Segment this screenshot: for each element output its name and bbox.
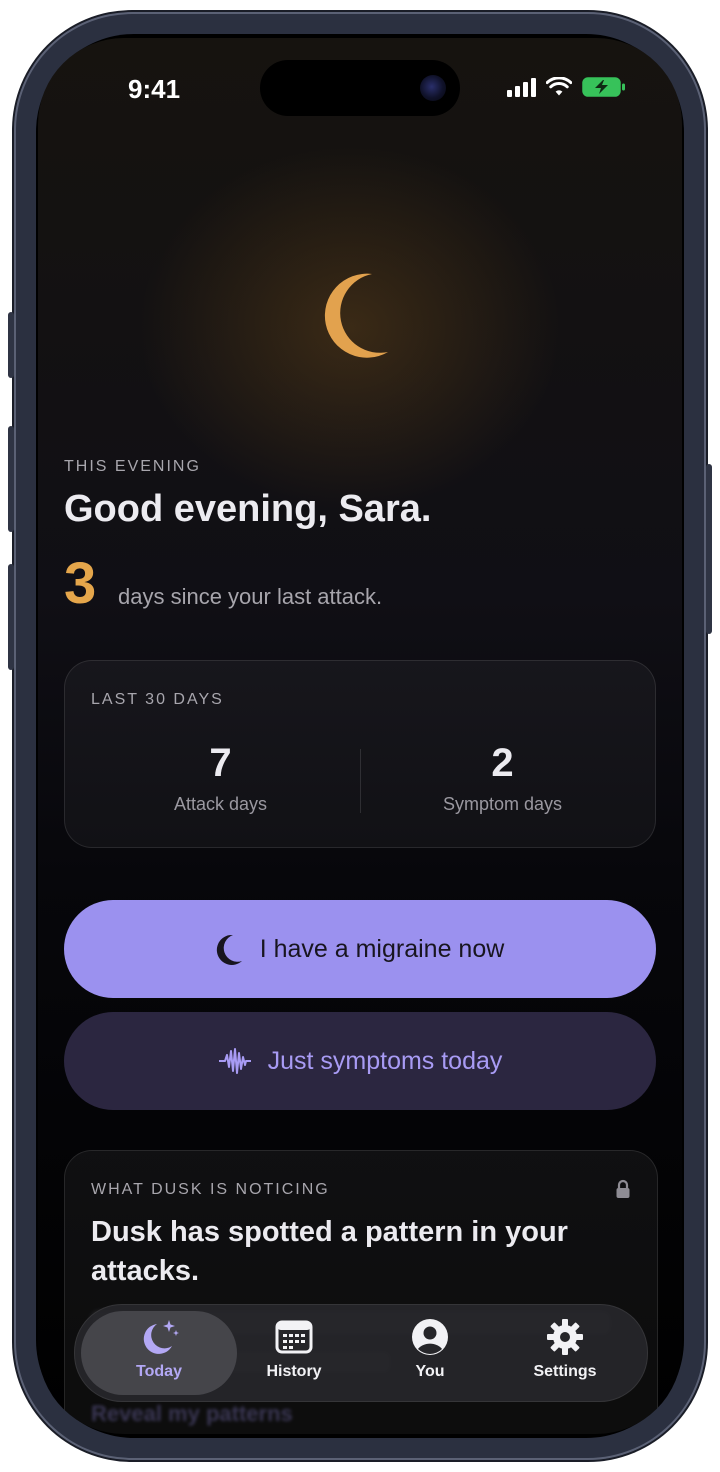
insight-headline: Dusk has spotted a pattern in your attac… (91, 1216, 568, 1287)
volume-up-button (8, 426, 14, 532)
stat-value: 2 (491, 741, 514, 785)
greeting-title: Good evening, Sara. (64, 488, 432, 530)
tab-label: Today (136, 1363, 182, 1380)
log-migraine-button[interactable]: I have a migraine now (64, 900, 656, 998)
action-button (8, 312, 14, 378)
tab-settings[interactable]: Settings (497, 1317, 633, 1381)
tab-history[interactable]: History (226, 1317, 362, 1381)
power-button (706, 464, 712, 634)
tab-label: Settings (533, 1363, 597, 1380)
stats-title: LAST 30 DAYS (91, 691, 224, 708)
tab-label: History (266, 1363, 322, 1380)
lock-icon (616, 1179, 630, 1198)
dynamic-island (260, 60, 460, 116)
stats-card: LAST 30 DAYS 7 Attack days 2 Symptom day… (64, 660, 656, 848)
gear-icon (547, 1319, 583, 1355)
stat-value: 7 (209, 741, 232, 785)
log-migraine-label: I have a migraine now (259, 934, 505, 963)
moon-sparkle-icon (143, 1320, 179, 1354)
log-symptoms-button[interactable]: Just symptoms today (64, 1012, 656, 1110)
screen: 9:41 THIS EVENING Good evening, Sara. 3 … (38, 38, 682, 1434)
tab-today[interactable]: Today (91, 1317, 227, 1381)
camera-icon (420, 75, 446, 101)
stat-label: Attack days (173, 794, 268, 814)
moon-icon (216, 934, 242, 965)
reveal-patterns-link[interactable]: Reveal my patterns (91, 1401, 293, 1427)
status-time: 9:41 (128, 74, 181, 104)
section-eyebrow: THIS EVENING (64, 458, 201, 475)
volume-down-button (8, 564, 14, 670)
tab-bar: Today History You Settings (74, 1304, 648, 1402)
tab-you[interactable]: You (362, 1317, 498, 1381)
days-since-count: 3 (64, 551, 97, 616)
tab-label: You (415, 1363, 445, 1380)
days-since-text: days since your last attack. (118, 584, 383, 609)
waveform-icon (218, 1048, 251, 1074)
stat-symptom-days: 2 Symptom days (355, 741, 650, 815)
moon-icon (324, 273, 388, 358)
log-symptoms-label: Just symptoms today (267, 1046, 503, 1075)
person-icon (412, 1319, 448, 1355)
stat-label: Symptom days (442, 794, 563, 814)
status-icons (507, 76, 626, 98)
signal-icon (507, 77, 536, 97)
stat-attack-days: 7 Attack days (73, 741, 368, 815)
battery-charging-icon (582, 77, 625, 97)
calendar-icon (275, 1320, 313, 1354)
wifi-icon (546, 77, 572, 96)
insight-title: WHAT DUSK IS NOTICING (91, 1181, 330, 1198)
